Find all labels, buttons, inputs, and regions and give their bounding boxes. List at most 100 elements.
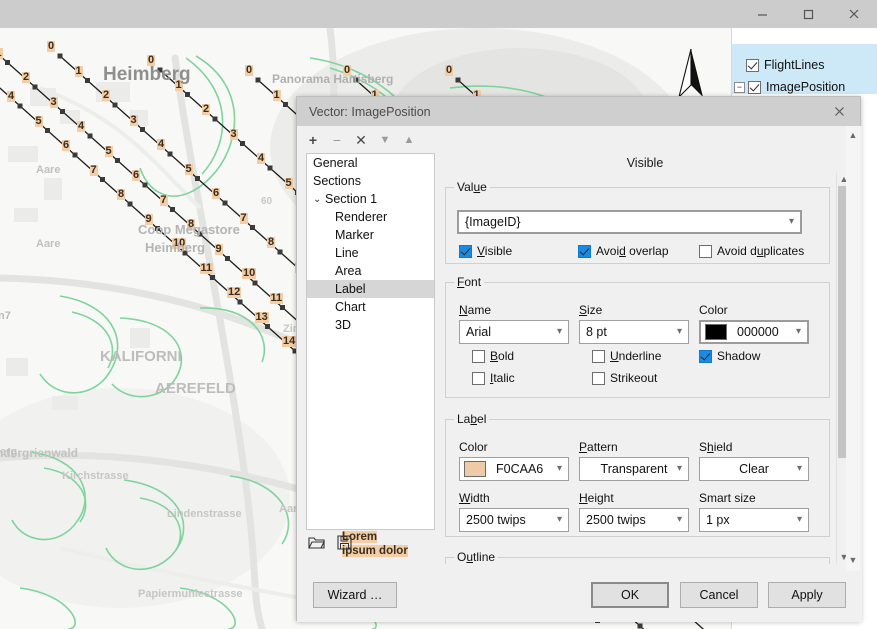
layer-item-imageposition[interactable]: − ImagePosition	[732, 76, 845, 98]
visible-checkbox[interactable]	[459, 244, 472, 258]
visible-checkbox-row[interactable]: Visible	[459, 244, 512, 258]
label-smartsize-label: Smart size	[699, 491, 756, 505]
pane-header: Visible	[445, 156, 877, 170]
wizard-button[interactable]: Wizard …	[313, 582, 397, 608]
ok-button[interactable]: OK	[591, 582, 669, 608]
label-color-value: F0CAA6	[496, 462, 544, 476]
flight-point-number: 2	[102, 89, 111, 101]
tree-item-area[interactable]: Area	[307, 262, 434, 280]
label-color-label: Color	[459, 440, 488, 454]
flight-point-number: 6	[132, 169, 141, 181]
cancel-button[interactable]: Cancel	[680, 582, 758, 608]
save-file-icon[interactable]	[334, 532, 354, 552]
remove-section-icon[interactable]: −	[325, 129, 349, 151]
font-name-label: Name	[459, 303, 492, 317]
italic-checkbox-row[interactable]: Italic	[472, 371, 515, 385]
group-value: Value {ImageID} ▾ Visible Avoid overlap	[445, 180, 830, 264]
strikeout-checkbox[interactable]	[592, 371, 605, 385]
italic-checkbox[interactable]	[472, 371, 485, 385]
tree-item-general[interactable]: General	[307, 154, 434, 172]
tree-item-renderer[interactable]: Renderer	[307, 208, 434, 226]
chevron-down-icon: ▾	[556, 514, 562, 525]
flight-point-number: 4	[77, 120, 86, 132]
label-pattern-combo[interactable]: Transparent ▾	[579, 457, 689, 481]
bold-checkbox-label: Bold	[490, 349, 515, 363]
shadow-checkbox-row[interactable]: Shadow	[699, 349, 760, 363]
minimize-icon[interactable]	[739, 0, 785, 28]
avoid-overlap-checkbox-label: Avoid overlap	[596, 244, 669, 258]
tree-item-label: General	[313, 156, 358, 170]
delete-section-icon[interactable]: ✕	[349, 129, 373, 151]
font-color-combo[interactable]: 000000 ▾	[699, 320, 809, 344]
move-up-icon[interactable]: ▲	[397, 129, 421, 151]
flight-point-number: 14	[282, 335, 297, 347]
bold-checkbox[interactable]	[472, 349, 485, 363]
chevron-down-icon: ▾	[676, 463, 682, 474]
add-section-icon[interactable]: +	[301, 129, 325, 151]
avoid-duplicates-checkbox-row[interactable]: Avoid duplicates	[699, 244, 804, 258]
tree-item-marker[interactable]: Marker	[307, 226, 434, 244]
chevron-down-icon: ▾	[676, 514, 682, 525]
tree-item-label: Sections	[313, 174, 361, 188]
expand-caret-icon[interactable]: ⌄	[313, 194, 325, 205]
group-outline-legend: Outline	[457, 550, 496, 564]
font-size-combo[interactable]: 8 pt ▾	[579, 320, 689, 344]
tree-item-line[interactable]: Line	[307, 244, 434, 262]
avoid-overlap-checkbox[interactable]	[578, 244, 591, 258]
avoid-overlap-checkbox-row[interactable]: Avoid overlap	[578, 244, 669, 258]
flight-point-number: 0	[445, 64, 454, 76]
flight-point-number: 6	[62, 139, 71, 151]
chevron-down-icon: ▾	[795, 326, 801, 337]
imageposition-checkbox[interactable]	[748, 80, 761, 94]
tree-item-chart[interactable]: Chart	[307, 298, 434, 316]
underline-checkbox-row[interactable]: Underline	[592, 349, 661, 363]
label-height-value: 2500 twips	[586, 513, 646, 527]
underline-checkbox[interactable]	[592, 349, 605, 363]
flight-point-number: 4	[257, 152, 266, 164]
label-smartsize-combo[interactable]: 1 px ▾	[699, 508, 809, 532]
layer-item-flightlines[interactable]: FlightLines	[732, 54, 824, 76]
font-color-label: Color	[699, 303, 728, 317]
font-size-label: Size	[579, 303, 603, 317]
open-file-icon[interactable]	[306, 532, 326, 552]
label-color-combo[interactable]: F0CAA6 ▾	[459, 457, 569, 481]
dialog-close-icon[interactable]	[818, 97, 860, 126]
value-combo[interactable]: {ImageID} ▾	[457, 210, 802, 234]
flight-point-number: 2	[202, 103, 211, 115]
label-smartsize-value: 1 px	[706, 513, 730, 527]
flight-point-number: 10	[172, 237, 187, 249]
flight-point-number: 0	[343, 64, 352, 76]
bold-checkbox-row[interactable]: Bold	[472, 349, 514, 363]
dialog-footer: Wizard … OK Cancel Apply	[297, 571, 862, 622]
value-combo-text: {ImageID}	[465, 215, 521, 229]
close-icon[interactable]	[831, 0, 877, 28]
label-height-combo[interactable]: 2500 twips ▾	[579, 508, 689, 532]
flight-point-number: 1	[272, 88, 281, 101]
pane-scroll-down-icon[interactable]: ▼	[846, 553, 860, 567]
dialog-section-tree[interactable]: General Sections ⌄ Section 1 Renderer Marker L…	[306, 153, 435, 557]
label-width-combo[interactable]: 2500 twips ▾	[459, 508, 569, 532]
vector-properties-dialog: Vector: ImagePosition + − ✕ ▼ ▲ General S…	[296, 96, 862, 622]
tree-item-sections[interactable]: Sections	[307, 172, 434, 190]
chevron-down-icon: ▾	[796, 463, 802, 474]
pane-scroll-up-icon[interactable]: ▲	[846, 128, 860, 142]
flight-point-number: 8	[117, 188, 126, 200]
flight-point-number: 5	[284, 176, 293, 189]
tree-item-3d[interactable]: 3D	[307, 316, 434, 334]
flightlines-checkbox[interactable]	[746, 58, 759, 72]
pane-scrollbar[interactable]: ▲ ▼	[846, 126, 860, 571]
label-shield-combo[interactable]: Clear ▾	[699, 457, 809, 481]
move-down-icon[interactable]: ▼	[373, 129, 397, 151]
maximize-icon[interactable]	[785, 0, 831, 28]
apply-button[interactable]: Apply	[768, 582, 846, 608]
tree-item-section-1[interactable]: ⌄ Section 1	[307, 190, 434, 208]
avoid-duplicates-checkbox[interactable]	[699, 244, 712, 258]
collapse-icon[interactable]: −	[734, 81, 745, 93]
strikeout-checkbox-row[interactable]: Strikeout	[592, 371, 657, 385]
chevron-down-icon: ▾	[556, 326, 562, 337]
font-name-combo[interactable]: Arial ▾	[459, 320, 569, 344]
shadow-checkbox[interactable]	[699, 349, 712, 363]
group-font: Font Name Arial ▾ Size 8 pt ▾ Color 0000…	[445, 275, 830, 398]
font-name-value: Arial	[466, 325, 492, 339]
tree-item-label[interactable]: Label	[307, 280, 434, 298]
